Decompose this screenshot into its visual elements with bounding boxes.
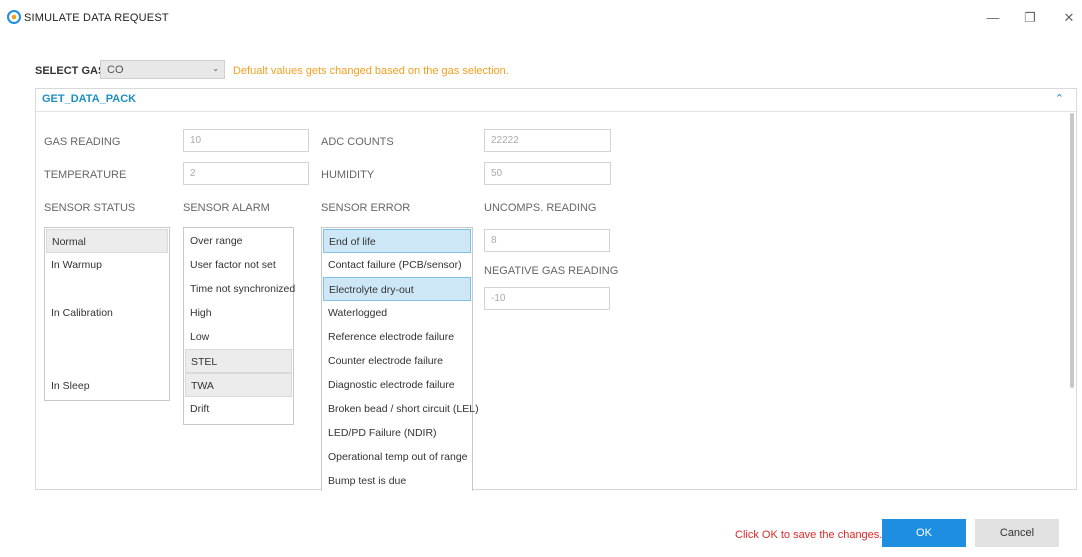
select-gas-label: SELECT GAS <box>35 65 106 77</box>
panel-title: GET_DATA_PACK <box>42 93 137 105</box>
list-item[interactable]: Bump test is due <box>323 469 471 493</box>
negative-gas-reading-label: NEGATIVE GAS READING <box>484 265 619 277</box>
restore-button[interactable]: ❐ <box>1020 8 1040 28</box>
title-bar: SIMULATE DATA REQUEST — ❐ ✕ <box>0 0 1082 44</box>
list-item[interactable]: Operational temp out of range <box>323 445 471 469</box>
list-item[interactable]: TWA <box>185 373 292 397</box>
humidity-label: HUMIDITY <box>321 169 375 181</box>
list-item[interactable]: User factor not set <box>185 253 292 277</box>
negative-gas-reading-value: -10 <box>491 293 506 304</box>
list-item[interactable]: LED/PD Failure (NDIR) <box>323 421 471 445</box>
uncomps-reading-value: 8 <box>491 235 497 246</box>
ok-button[interactable]: OK <box>882 519 966 547</box>
list-item[interactable]: Waterlogged <box>323 301 471 325</box>
list-item[interactable]: In Sleep <box>46 374 168 398</box>
gas-select-dropdown[interactable]: CO ⌄ <box>100 60 225 79</box>
sensor-error-label: SENSOR ERROR <box>321 202 411 214</box>
gas-reading-value: 10 <box>190 135 202 146</box>
save-hint: Click OK to save the changes. <box>735 529 883 541</box>
get-data-pack-panel: GET_DATA_PACK ⌃ GAS READING 10 ADC COUNT… <box>35 88 1077 493</box>
list-item[interactable]: Time not synchronized <box>185 277 295 301</box>
chevron-up-icon[interactable]: ⌃ <box>1055 92 1064 105</box>
list-item[interactable]: Drift <box>185 397 292 421</box>
window-title: SIMULATE DATA REQUEST <box>24 12 169 24</box>
sensor-alarm-list: Over range User factor not set Time not … <box>183 227 295 425</box>
sensor-status-label: SENSOR STATUS <box>44 202 136 214</box>
humidity-value: 50 <box>491 168 503 179</box>
temperature-field[interactable]: 2 <box>183 162 309 185</box>
uncomps-reading-field[interactable]: 8 <box>484 229 610 252</box>
list-item[interactable]: In Warmup <box>46 253 168 277</box>
list-item[interactable]: Contact failure (PCB/sensor) <box>323 253 471 277</box>
close-button[interactable]: ✕ <box>1059 8 1079 28</box>
temperature-label: TEMPERATURE <box>44 169 127 181</box>
chevron-down-icon: ⌄ <box>212 64 219 73</box>
panel-header[interactable]: GET_DATA_PACK ⌃ <box>36 89 1076 112</box>
adc-counts-value: 22222 <box>491 135 519 146</box>
sensor-alarm-label: SENSOR ALARM <box>183 202 270 214</box>
list-item[interactable]: Normal <box>46 229 168 253</box>
negative-gas-reading-field[interactable]: -10 <box>484 287 610 310</box>
adc-counts-field[interactable]: 22222 <box>484 129 611 152</box>
minimize-button[interactable]: — <box>983 8 1003 28</box>
app-logo-icon <box>7 10 21 24</box>
sensor-error-list: End of life Contact failure (PCB/sensor)… <box>321 227 479 493</box>
gas-selection-note: Defualt values gets changed based on the… <box>233 65 509 77</box>
list-item[interactable]: STEL <box>185 349 292 373</box>
list-item[interactable]: Diagnostic electrode failure <box>323 373 471 397</box>
list-item[interactable]: Reference electrode failure <box>323 325 471 349</box>
list-item[interactable]: End of life <box>323 229 471 253</box>
uncomps-reading-label: UNCOMPS. READING <box>484 202 597 214</box>
list-item[interactable]: Counter electrode failure <box>323 349 471 373</box>
list-item[interactable]: Electrolyte dry-out <box>323 277 471 301</box>
list-item[interactable]: Broken bead / short circuit (LEL) <box>323 397 479 421</box>
humidity-field[interactable]: 50 <box>484 162 611 185</box>
cancel-button[interactable]: Cancel <box>975 519 1059 547</box>
gas-reading-label: GAS READING <box>44 136 121 148</box>
gas-select-value: CO <box>107 64 124 76</box>
list-item[interactable]: Over range <box>185 229 292 253</box>
panel-scrollbar[interactable] <box>1070 113 1074 388</box>
gas-reading-field[interactable]: 10 <box>183 129 309 152</box>
list-item[interactable]: High <box>185 301 292 325</box>
adc-counts-label: ADC COUNTS <box>321 136 394 148</box>
list-item[interactable]: Low <box>185 325 292 349</box>
temperature-value: 2 <box>190 168 196 179</box>
sensor-status-list: Normal In Warmup In Calibration In Sleep <box>44 227 170 401</box>
list-item[interactable]: In Calibration <box>46 301 168 325</box>
